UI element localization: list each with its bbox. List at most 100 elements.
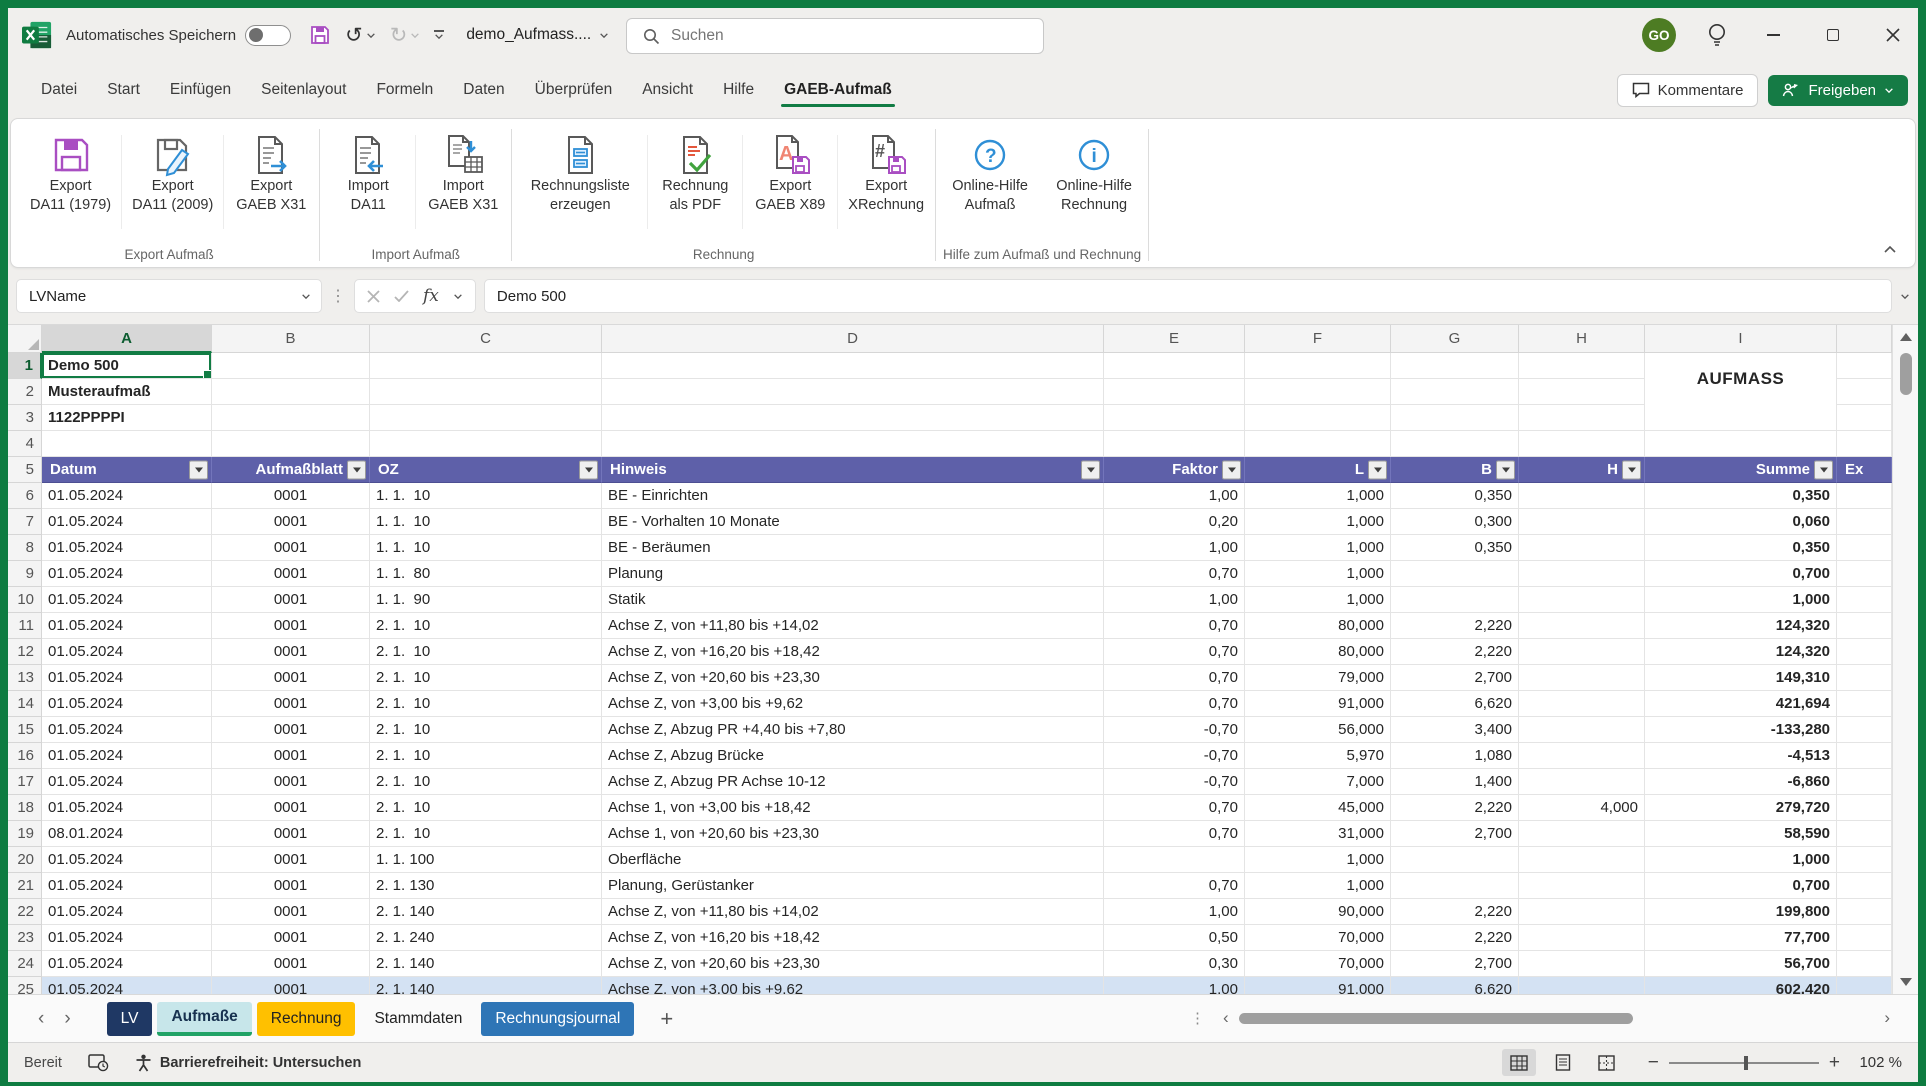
cell-E14[interactable]: 0,70 xyxy=(1104,691,1245,717)
redo-button[interactable]: ↻ xyxy=(390,25,421,46)
avatar[interactable]: GO xyxy=(1642,18,1676,52)
cell-C18[interactable]: 2. 1. 10 xyxy=(370,795,602,821)
cell-D1[interactable] xyxy=(602,353,1104,379)
cell-D10[interactable]: Statik xyxy=(602,587,1104,613)
document-title[interactable]: demo_Aufmass.... xyxy=(466,26,609,44)
row-header-25[interactable]: 25 xyxy=(8,977,42,994)
cell-F17[interactable]: 7,000 xyxy=(1245,769,1391,795)
cell-X22[interactable] xyxy=(1837,899,1892,925)
cell-I14[interactable]: 421,694 xyxy=(1645,691,1837,717)
cell-I6[interactable]: 0,350 xyxy=(1645,483,1837,509)
filter-dropdown-icon[interactable] xyxy=(1814,460,1833,479)
cell-G1[interactable] xyxy=(1391,353,1519,379)
cell-E19[interactable]: 0,70 xyxy=(1104,821,1245,847)
cell-A11[interactable]: 01.05.2024 xyxy=(42,613,212,639)
horizontal-scrollbar[interactable] xyxy=(1239,1012,1875,1024)
cell-F4[interactable] xyxy=(1245,431,1391,457)
table-header-summe[interactable]: Summe xyxy=(1645,457,1837,483)
search-box[interactable]: Suchen xyxy=(626,18,1044,54)
scrollbar-thumb[interactable] xyxy=(1239,1013,1633,1024)
cell-I17[interactable]: -6,860 xyxy=(1645,769,1837,795)
cell-G25[interactable]: 6,620 xyxy=(1391,977,1519,994)
cell-A19[interactable]: 08.01.2024 xyxy=(42,821,212,847)
column-header-D[interactable]: D xyxy=(602,325,1104,353)
cell-X2[interactable] xyxy=(1837,379,1892,405)
column-header-C[interactable]: C xyxy=(370,325,602,353)
cell-D16[interactable]: Achse Z, Abzug Brücke xyxy=(602,743,1104,769)
cell-C7[interactable]: 1. 1. 10 xyxy=(370,509,602,535)
cell-E18[interactable]: 0,70 xyxy=(1104,795,1245,821)
cell-I11[interactable]: 124,320 xyxy=(1645,613,1837,639)
cell-E1[interactable] xyxy=(1104,353,1245,379)
cell-I16[interactable]: -4,513 xyxy=(1645,743,1837,769)
cell-G7[interactable]: 0,300 xyxy=(1391,509,1519,535)
cell-X25[interactable] xyxy=(1837,977,1892,994)
cell-D11[interactable]: Achse Z, von +11,80 bis +14,02 xyxy=(602,613,1104,639)
cell-X15[interactable] xyxy=(1837,717,1892,743)
cell-C17[interactable]: 2. 1. 10 xyxy=(370,769,602,795)
cell-I19[interactable]: 58,590 xyxy=(1645,821,1837,847)
cell-D20[interactable]: Oberfläche xyxy=(602,847,1104,873)
cell-H25[interactable] xyxy=(1519,977,1645,994)
row-header-13[interactable]: 13 xyxy=(8,665,42,691)
row-header-14[interactable]: 14 xyxy=(8,691,42,717)
cell-X16[interactable] xyxy=(1837,743,1892,769)
cell-I9[interactable]: 0,700 xyxy=(1645,561,1837,587)
import-da11-button[interactable]: Import DA11 xyxy=(322,123,414,241)
cell-B2[interactable] xyxy=(212,379,370,405)
close-button[interactable] xyxy=(1878,20,1908,50)
cell-C23[interactable]: 2. 1. 240 xyxy=(370,925,602,951)
export-da11-1979-button[interactable]: Export DA11 (1979) xyxy=(21,123,120,241)
cell-B8[interactable]: 0001 xyxy=(212,535,370,561)
cell-A23[interactable]: 01.05.2024 xyxy=(42,925,212,951)
cell-A6[interactable]: 01.05.2024 xyxy=(42,483,212,509)
column-header-H[interactable]: H xyxy=(1519,325,1645,353)
customize-toolbar-icon[interactable] xyxy=(434,30,444,40)
cell-F22[interactable]: 90,000 xyxy=(1245,899,1391,925)
cell-G4[interactable] xyxy=(1391,431,1519,457)
cell-C1[interactable] xyxy=(370,353,602,379)
cell-H6[interactable] xyxy=(1519,483,1645,509)
cell-H22[interactable] xyxy=(1519,899,1645,925)
cell-X13[interactable] xyxy=(1837,665,1892,691)
cell-H20[interactable] xyxy=(1519,847,1645,873)
column-header-A[interactable]: A xyxy=(42,325,212,353)
save-icon[interactable] xyxy=(309,24,331,46)
cell-C11[interactable]: 2. 1. 10 xyxy=(370,613,602,639)
autosave-toggle[interactable] xyxy=(245,25,291,46)
column-header-E[interactable]: E xyxy=(1104,325,1245,353)
row-header-17[interactable]: 17 xyxy=(8,769,42,795)
cell-D15[interactable]: Achse Z, Abzug PR +4,40 bis +7,80 xyxy=(602,717,1104,743)
row-header-12[interactable]: 12 xyxy=(8,639,42,665)
cell-E13[interactable]: 0,70 xyxy=(1104,665,1245,691)
scroll-left-icon[interactable]: ‹ xyxy=(1223,1008,1229,1028)
tab-hilfe[interactable]: Hilfe xyxy=(708,71,769,109)
import-gaeb-x31-button[interactable]: Import GAEB X31 xyxy=(417,123,509,241)
tab-ansicht[interactable]: Ansicht xyxy=(627,71,708,109)
cell-B19[interactable]: 0001 xyxy=(212,821,370,847)
cell-I23[interactable]: 77,700 xyxy=(1645,925,1837,951)
collapse-ribbon-button[interactable] xyxy=(1883,241,1897,259)
cell-B6[interactable]: 0001 xyxy=(212,483,370,509)
table-header-h[interactable]: H xyxy=(1519,457,1645,483)
cell-C13[interactable]: 2. 1. 10 xyxy=(370,665,602,691)
cell-F19[interactable]: 31,000 xyxy=(1245,821,1391,847)
cell-B11[interactable]: 0001 xyxy=(212,613,370,639)
page-layout-view-button[interactable] xyxy=(1546,1049,1580,1076)
cell-A20[interactable]: 01.05.2024 xyxy=(42,847,212,873)
kommentare-button[interactable]: Kommentare xyxy=(1617,74,1759,107)
cell-A24[interactable]: 01.05.2024 xyxy=(42,951,212,977)
rechnung-als-pdf-button[interactable]: Rechnung als PDF xyxy=(649,123,741,241)
online-hilfe-aufmass-button[interactable]: ? Online-Hilfe Aufmaß xyxy=(938,123,1042,241)
cell-H11[interactable] xyxy=(1519,613,1645,639)
cell-F13[interactable]: 79,000 xyxy=(1245,665,1391,691)
tab-einfuegen[interactable]: Einfügen xyxy=(155,71,246,109)
row-header-3[interactable]: 3 xyxy=(8,405,42,431)
cell-X10[interactable] xyxy=(1837,587,1892,613)
row-header-8[interactable]: 8 xyxy=(8,535,42,561)
cell-D22[interactable]: Achse Z, von +11,80 bis +14,02 xyxy=(602,899,1104,925)
cell-D19[interactable]: Achse 1, von +20,60 bis +23,30 xyxy=(602,821,1104,847)
cell-X21[interactable] xyxy=(1837,873,1892,899)
cell-B1[interactable] xyxy=(212,353,370,379)
cell-F8[interactable]: 1,000 xyxy=(1245,535,1391,561)
